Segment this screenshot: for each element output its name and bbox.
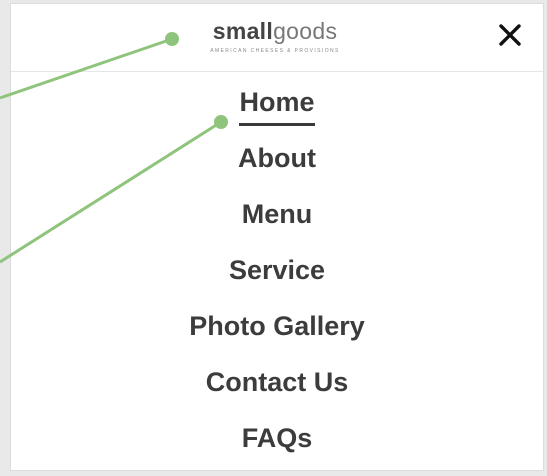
- nav-item-home[interactable]: Home: [11, 78, 543, 134]
- menu-header: smallgoods AMERICAN CHEESES & PROVISIONS: [11, 4, 543, 72]
- nav-item-label: Service: [228, 255, 326, 285]
- nav-item-service[interactable]: Service: [11, 246, 543, 302]
- logo-wordmark: smallgoods: [195, 18, 355, 44]
- nav-item-label: Home: [239, 83, 315, 126]
- main-navigation: Home About Menu Service Photo Gallery Co…: [11, 78, 543, 470]
- logo-name-light: goods: [273, 18, 338, 44]
- brand-logo[interactable]: smallgoods AMERICAN CHEESES & PROVISIONS: [195, 18, 355, 54]
- nav-item-label: Contact Us: [205, 367, 349, 397]
- nav-item-contact-us[interactable]: Contact Us: [11, 358, 543, 414]
- nav-item-faqs[interactable]: FAQs: [11, 414, 543, 470]
- nav-item-about[interactable]: About: [11, 134, 543, 190]
- logo-name-bold: small: [212, 18, 274, 44]
- nav-item-photo-gallery[interactable]: Photo Gallery: [11, 302, 543, 358]
- close-icon: [499, 24, 521, 46]
- nav-item-label: About: [238, 143, 316, 173]
- logo-tagline: AMERICAN CHEESES & PROVISIONS: [210, 48, 340, 54]
- mobile-menu-panel: smallgoods AMERICAN CHEESES & PROVISIONS…: [11, 4, 543, 470]
- nav-item-label: FAQs: [241, 423, 313, 453]
- close-menu-button[interactable]: [495, 20, 525, 50]
- nav-item-label: Photo Gallery: [189, 311, 365, 341]
- nav-item-menu[interactable]: Menu: [11, 190, 543, 246]
- nav-item-label: Menu: [241, 199, 313, 229]
